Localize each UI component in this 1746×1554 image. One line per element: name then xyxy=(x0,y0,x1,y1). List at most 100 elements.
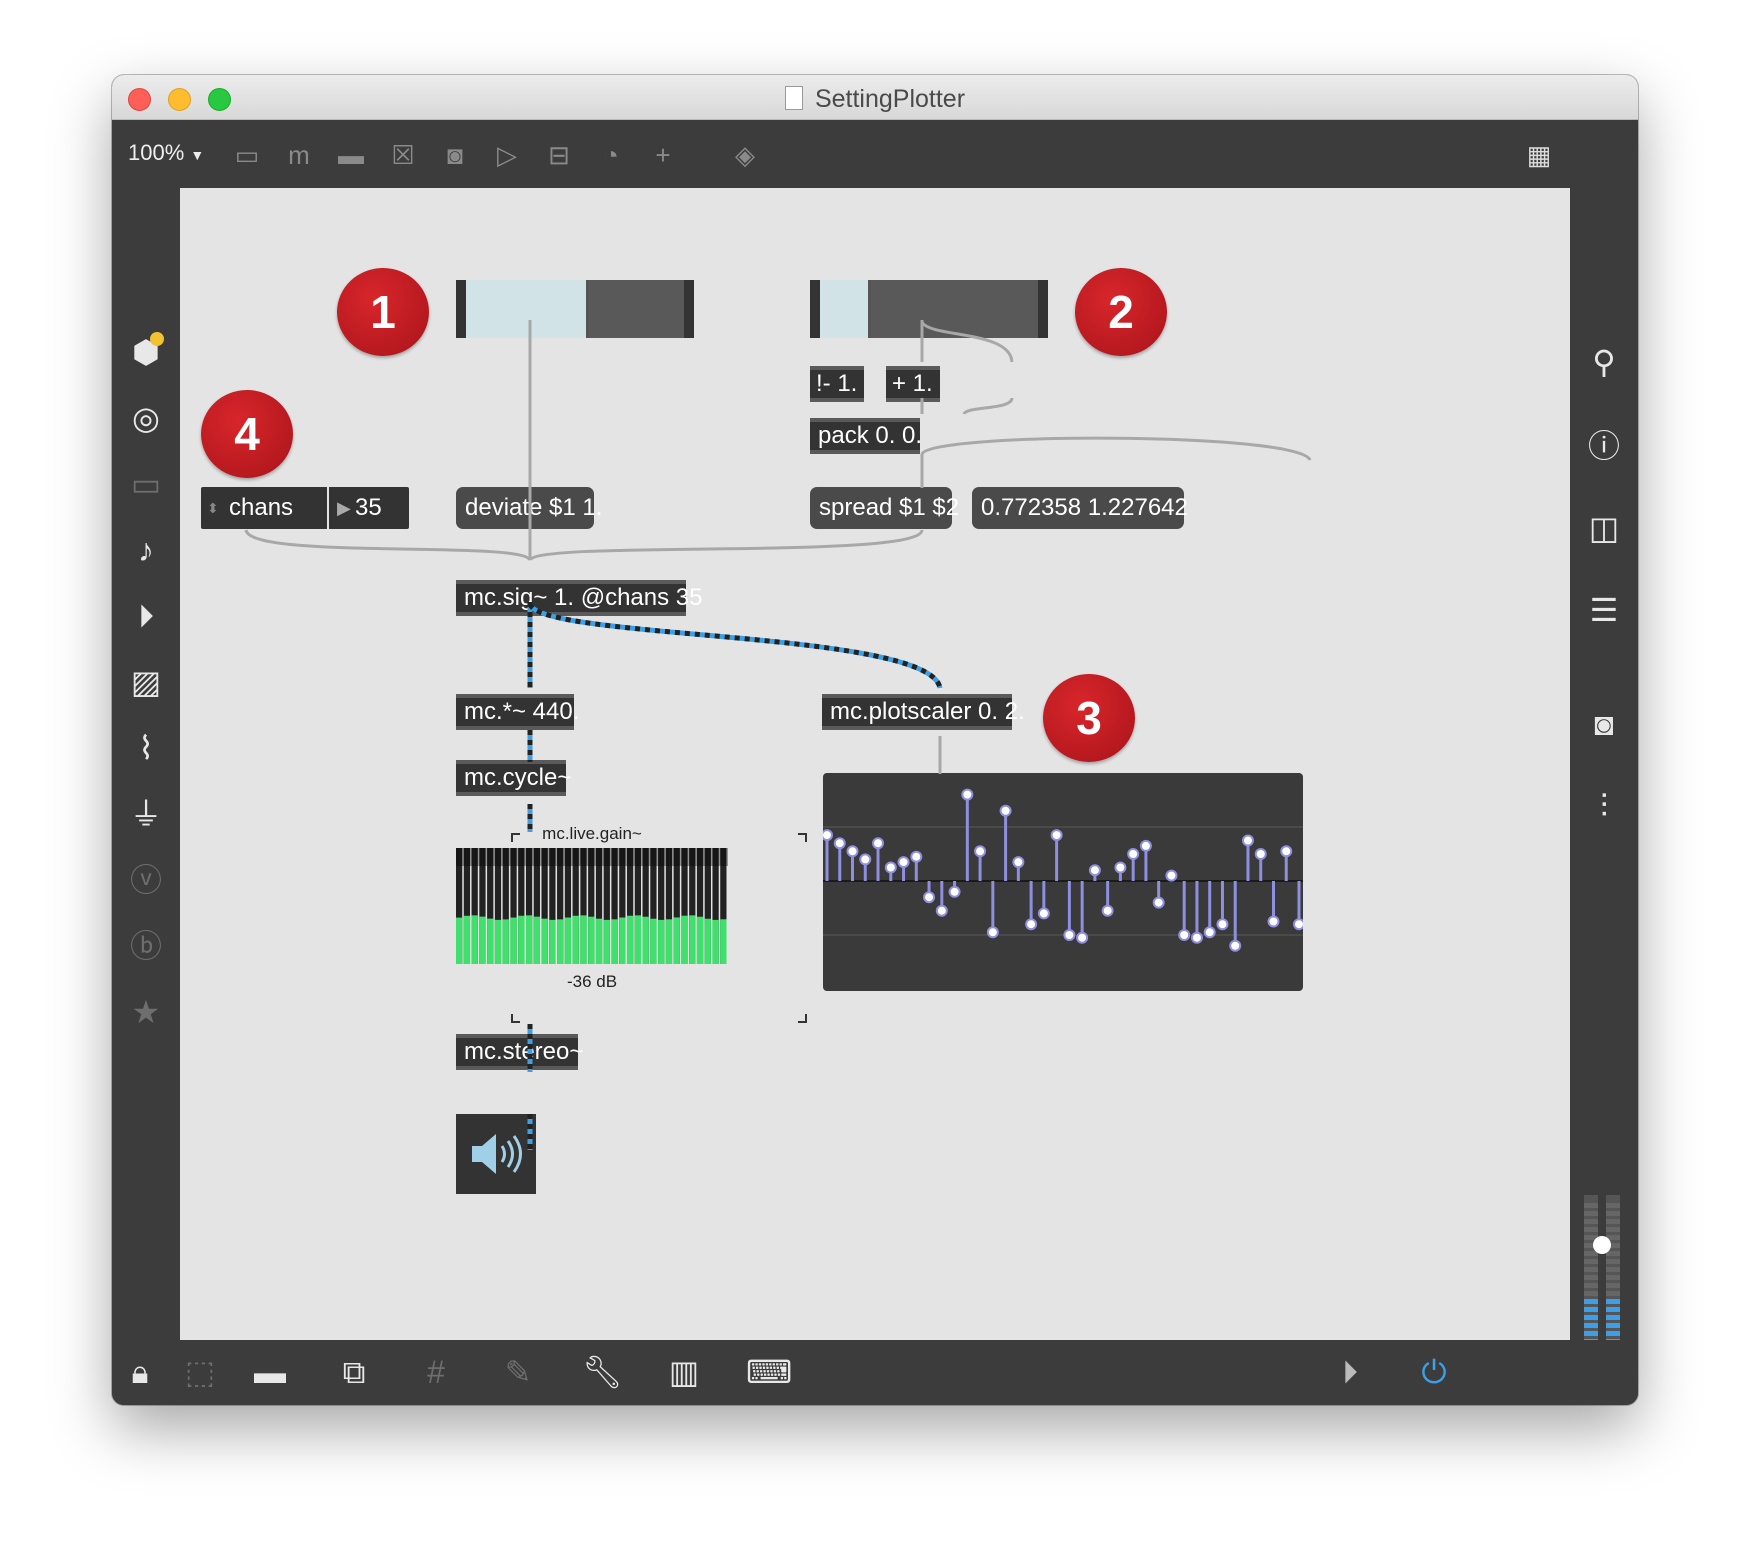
plot-point xyxy=(974,845,987,858)
plot-point xyxy=(1229,939,1242,952)
grid-toggle-icon[interactable]: # xyxy=(416,1352,456,1392)
plug-icon[interactable]: ⏚ xyxy=(126,794,166,834)
media-icon[interactable]: ⏵ xyxy=(126,596,166,636)
spread-result-message[interactable]: 0.772358 1.227642 xyxy=(972,487,1188,529)
paperclip-icon[interactable]: ⌇ xyxy=(126,728,166,768)
dial-icon[interactable]: ◔ xyxy=(594,138,628,172)
live-gain-value[interactable]: -36 dB xyxy=(456,972,728,992)
mc-sig-object[interactable]: mc.sig~ 1. @chans 35 xyxy=(456,580,702,616)
meter-segment xyxy=(1606,1251,1620,1256)
mc-plotscaler-object[interactable]: mc.plotscaler 0. 2. xyxy=(822,694,1025,730)
zoom-menu[interactable]: 100% ▼ xyxy=(128,140,204,166)
badge-3: 3 xyxy=(1043,674,1135,762)
mc-sig-label: mc.sig~ 1. @chans 35 xyxy=(464,584,703,611)
toolbar: 100% ▼ ▭ m ▬ ☒ ◙ ▷ ⊟ ◔ + ◈ ▦ xyxy=(112,120,1638,188)
meter-segment xyxy=(1606,1283,1620,1288)
plot-point xyxy=(859,853,872,866)
plus-object[interactable]: + 1. xyxy=(886,366,940,402)
gain-level xyxy=(650,918,657,964)
plot-point xyxy=(1203,926,1216,939)
app-window: SettingPlotter 100% ▼ ▭ m ▬ ☒ ◙ ▷ ⊟ ◔ + … xyxy=(112,75,1638,1405)
info-icon[interactable]: ⓘ xyxy=(1584,426,1624,466)
button-icon[interactable]: ☒ xyxy=(386,138,420,172)
b-icon[interactable]: ⓑ xyxy=(126,926,166,966)
slider-icon[interactable]: ⊟ xyxy=(542,138,576,172)
mc-live-gain[interactable]: mc.live.gain~ -36 dB xyxy=(456,824,728,991)
slider-1-fill xyxy=(466,280,586,338)
gain-level xyxy=(518,915,525,964)
grid-icon[interactable]: ▦ xyxy=(1522,138,1556,172)
new-object-icon[interactable]: ▭ xyxy=(230,138,264,172)
volume-handle[interactable] xyxy=(1593,1236,1611,1254)
toggle-icon[interactable]: ◙ xyxy=(438,138,472,172)
gain-level xyxy=(541,918,548,964)
image-icon[interactable]: ▨ xyxy=(126,662,166,702)
music-note-icon[interactable]: ♪ xyxy=(126,530,166,570)
play-icon[interactable]: ⏵ xyxy=(1330,1352,1370,1392)
new-message-icon[interactable]: m xyxy=(282,138,316,172)
mc-stereo-object[interactable]: mc.stereo~ xyxy=(456,1034,583,1070)
plot-point xyxy=(999,804,1012,817)
columns-icon[interactable]: ◫ xyxy=(1584,508,1624,548)
gain-level xyxy=(479,916,486,964)
meter-segment xyxy=(1584,1323,1598,1328)
mixer-icon[interactable]: ⫶ xyxy=(1584,786,1624,826)
pack-object[interactable]: pack 0. 0. xyxy=(810,418,922,454)
presentation-icon[interactable]: ▭ xyxy=(126,464,166,504)
target-icon[interactable]: ◎ xyxy=(126,398,166,438)
gain-level xyxy=(696,916,704,964)
plot-point xyxy=(935,904,948,917)
plot-point xyxy=(986,926,999,939)
chans-attrui[interactable]: ⬍ chans ▶ 35 xyxy=(201,487,409,529)
mc-mult-object[interactable]: mc.*~ 440. xyxy=(456,694,579,730)
slider-1-knob[interactable] xyxy=(586,280,589,338)
ezdac-button[interactable] xyxy=(456,1114,536,1194)
pin-icon[interactable]: ✎ xyxy=(498,1352,538,1392)
live-gain-meters[interactable] xyxy=(456,848,728,968)
star-icon[interactable]: ★ xyxy=(126,992,166,1032)
piano-icon[interactable]: ▥ xyxy=(664,1352,704,1392)
gain-level xyxy=(658,919,665,964)
rminus-object[interactable]: !- 1. xyxy=(810,366,864,402)
camera-icon[interactable]: ◙ xyxy=(1584,704,1624,744)
v-icon[interactable]: ⓥ xyxy=(126,860,166,900)
spread-message[interactable]: spread $1 $2 xyxy=(810,487,959,529)
mc-cycle-label: mc.cycle~ xyxy=(464,764,572,791)
gain-level xyxy=(712,919,719,964)
search-icon[interactable]: ⚲ xyxy=(1584,342,1624,382)
deviate-message[interactable]: deviate $1 1. xyxy=(456,487,602,529)
gain-level xyxy=(720,919,727,964)
patcher-canvas[interactable]: 1 2 3 4 !- 1. + 1. pack 0. 0. ⬍ chans ▶ … xyxy=(180,188,1570,1340)
keyboard-icon[interactable]: ⌨ xyxy=(746,1352,792,1392)
mc-cycle-object[interactable]: mc.cycle~ xyxy=(456,760,571,796)
package-icon[interactable]: ⬢ xyxy=(126,332,166,372)
chans-value[interactable]: 35 xyxy=(355,487,382,529)
select-icon[interactable]: ⬚ xyxy=(180,1352,220,1392)
plot-display[interactable] xyxy=(821,773,1305,991)
gain-level xyxy=(463,915,471,964)
gain-level xyxy=(580,915,587,964)
plot-point xyxy=(1280,845,1293,858)
slider-2-knob[interactable] xyxy=(868,280,871,338)
plot-point xyxy=(1152,896,1165,909)
paint-bucket-icon[interactable]: ◈ xyxy=(728,138,762,172)
slider-1[interactable] xyxy=(456,280,694,338)
number-icon[interactable]: ▷ xyxy=(490,138,524,172)
presentation-mode-icon[interactable]: ▬ xyxy=(250,1352,290,1392)
document-icon xyxy=(784,86,803,110)
wrench-icon[interactable]: 🔧︎ xyxy=(582,1352,623,1392)
slider-2[interactable] xyxy=(810,280,1048,338)
gain-level xyxy=(510,917,517,964)
comment-icon[interactable]: ▬ xyxy=(334,138,368,172)
power-icon[interactable]: ⏻ xyxy=(1414,1352,1454,1392)
meter-segment xyxy=(1606,1267,1620,1272)
lock-icon[interactable]: 🔒︎ xyxy=(120,1352,160,1392)
window-stack-icon[interactable]: ⧉ xyxy=(334,1352,374,1392)
plot-point xyxy=(1241,834,1254,847)
plot-point xyxy=(1037,907,1050,920)
plus-icon[interactable]: + xyxy=(646,138,680,172)
plot-point xyxy=(1063,929,1076,941)
gain-level xyxy=(611,919,618,964)
list-icon[interactable]: ☰ xyxy=(1584,590,1624,630)
plot-point xyxy=(1293,918,1305,931)
